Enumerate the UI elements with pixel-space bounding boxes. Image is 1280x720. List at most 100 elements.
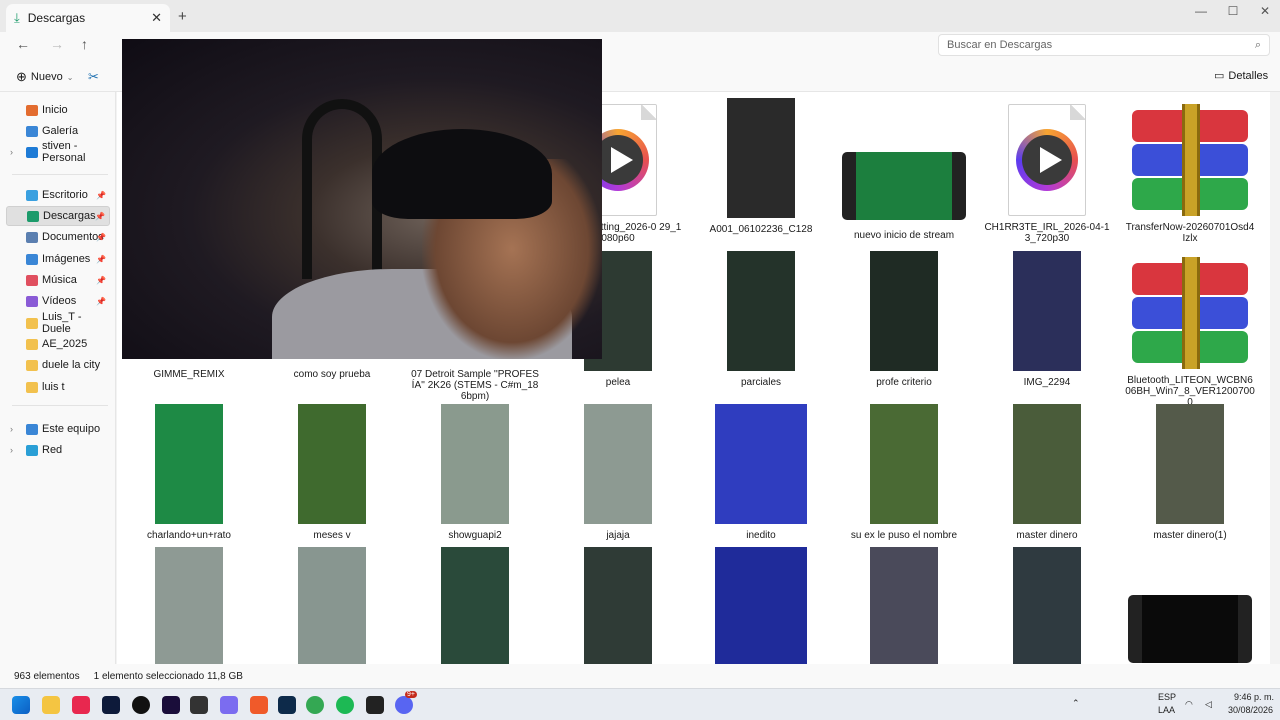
file-item[interactable]: A001_06102236_C128 bbox=[696, 98, 826, 235]
selection-info: 1 elemento seleccionado 11,8 GB bbox=[93, 670, 243, 682]
sidebar-item[interactable]: AE_2025 bbox=[6, 334, 110, 354]
sidebar-item[interactable]: Inicio bbox=[6, 100, 110, 120]
volume-icon[interactable]: ◁ bbox=[1205, 699, 1212, 710]
taskbar: 9+ ⌃ ESP LAA ◠ ◁ 9:46 p. m. 30/08/2026 bbox=[0, 688, 1280, 720]
up-icon[interactable]: ↑ bbox=[81, 36, 88, 52]
game-icon[interactable] bbox=[220, 696, 238, 714]
file-item[interactable] bbox=[839, 547, 969, 667]
status-bar: 963 elementos 1 elemento seleccionado 11… bbox=[0, 664, 1280, 688]
file-item[interactable] bbox=[553, 547, 683, 667]
sidebar-item[interactable]: Documentos 📌 bbox=[6, 227, 110, 247]
file-item[interactable]: showguapi2 bbox=[410, 404, 540, 541]
tab-descargas[interactable]: ⤓ Descargas ✕ bbox=[6, 4, 170, 32]
cut-icon[interactable]: ✂ bbox=[88, 69, 99, 85]
file-item[interactable]: TransferNow-20260701Osd4Izlx bbox=[1125, 98, 1255, 244]
file-item[interactable]: meses v bbox=[267, 404, 397, 541]
sidebar-item[interactable]: Galería bbox=[6, 121, 110, 141]
file-item[interactable]: parciales bbox=[696, 251, 826, 388]
sidebar-item-label: Documentos bbox=[42, 231, 104, 243]
file-item[interactable] bbox=[410, 547, 540, 667]
wifi-icon[interactable]: ◠ bbox=[1185, 699, 1193, 710]
sidebar-item-label: Música bbox=[42, 274, 77, 286]
file-item[interactable] bbox=[696, 547, 826, 667]
sidebar-item[interactable]: › Este equipo bbox=[6, 419, 110, 439]
discord-icon[interactable] bbox=[395, 696, 413, 714]
sidebar-item-label: Escritorio bbox=[42, 189, 88, 201]
file-item[interactable]: master dinero(1) bbox=[1125, 404, 1255, 541]
folder-icon bbox=[26, 104, 38, 116]
new-label: Nuevo bbox=[30, 71, 63, 83]
chevron-down-icon: ⌄ bbox=[66, 72, 74, 82]
spotify-icon[interactable] bbox=[336, 696, 354, 714]
capcut-2-icon[interactable] bbox=[366, 696, 384, 714]
sidebar-item[interactable]: duele la city bbox=[6, 355, 110, 375]
file-item[interactable]: IMG_2294 bbox=[982, 251, 1112, 388]
forward-icon[interactable]: → bbox=[50, 36, 64, 52]
folder-icon bbox=[26, 189, 38, 201]
chevron-right-icon[interactable]: › bbox=[10, 424, 13, 434]
chevron-right-icon[interactable]: › bbox=[10, 445, 13, 455]
sidebar-item[interactable]: Vídeos 📌 bbox=[6, 291, 110, 311]
sidebar-item[interactable]: Descargas 📌 bbox=[6, 206, 110, 226]
sidebar-item[interactable]: › Red bbox=[6, 440, 110, 460]
new-button[interactable]: ⊕ Nuevo ⌄ bbox=[16, 69, 73, 85]
clock-time[interactable]: 9:46 p. m. bbox=[1234, 692, 1274, 702]
brave-icon[interactable] bbox=[250, 696, 268, 714]
file-item[interactable]: jajaja bbox=[553, 404, 683, 541]
file-item[interactable]: master dinero bbox=[982, 404, 1112, 541]
file-item[interactable]: Bluetooth_LITEON_WCBN606BH_Win7_8_VER120… bbox=[1125, 251, 1255, 408]
file-item[interactable] bbox=[124, 547, 254, 667]
sidebar-divider bbox=[12, 174, 108, 175]
pin-icon: 📌 bbox=[96, 296, 106, 306]
chevron-right-icon[interactable]: › bbox=[10, 147, 13, 157]
language-label[interactable]: ESP bbox=[1158, 692, 1176, 702]
capcut-icon[interactable] bbox=[190, 696, 208, 714]
search-placeholder: Buscar en Descargas bbox=[947, 39, 1053, 51]
sidebar-item[interactable]: Luis_T - Duele bbox=[6, 311, 110, 335]
chevron-up-icon[interactable]: ⌃ bbox=[1072, 698, 1080, 709]
file-item[interactable]: charlando+un+rato bbox=[124, 404, 254, 541]
close-window-icon[interactable]: ✕ bbox=[1250, 0, 1280, 32]
sidebar-item[interactable]: Escritorio 📌 bbox=[6, 185, 110, 205]
tiktok-icon[interactable] bbox=[72, 696, 90, 714]
tab-title: Descargas bbox=[27, 11, 86, 25]
premiere-icon[interactable] bbox=[162, 696, 180, 714]
sidebar-item[interactable]: › stiven - Personal bbox=[6, 140, 110, 164]
file-item[interactable]: inedito bbox=[696, 404, 826, 541]
file-item[interactable] bbox=[982, 547, 1112, 667]
back-icon[interactable]: ← bbox=[16, 36, 30, 52]
file-item[interactable]: nuevo inicio de stream bbox=[839, 98, 969, 241]
sidebar-item-label: Este equipo bbox=[42, 423, 101, 435]
plus-icon: ⊕ bbox=[16, 69, 27, 84]
obs-icon[interactable] bbox=[132, 696, 150, 714]
file-item[interactable]: CH1RR3TE_IRL_2026-04-13_720p30 bbox=[982, 98, 1112, 244]
file-item[interactable]: su ex le puso el nombre bbox=[839, 404, 969, 541]
folder-icon bbox=[27, 210, 39, 222]
file-explorer-icon[interactable] bbox=[42, 696, 60, 714]
file-item[interactable] bbox=[267, 547, 397, 667]
photoshop-icon[interactable] bbox=[102, 696, 120, 714]
minimize-icon[interactable]: — bbox=[1186, 0, 1216, 32]
video-thumbnail-icon bbox=[727, 251, 795, 371]
chrome-icon[interactable] bbox=[306, 696, 324, 714]
new-tab-button[interactable]: + bbox=[178, 8, 187, 25]
sidebar-item[interactable]: luis t bbox=[6, 377, 110, 397]
clock-date[interactable]: 30/08/2026 bbox=[1228, 705, 1273, 715]
sidebar-item[interactable]: Música 📌 bbox=[6, 270, 110, 290]
sidebar-item[interactable]: Imágenes 📌 bbox=[6, 249, 110, 269]
search-input[interactable]: Buscar en Descargas ⌕ bbox=[938, 34, 1270, 56]
sidebar-item-label: duele la city bbox=[42, 359, 101, 371]
maximize-icon[interactable]: ☐ bbox=[1218, 0, 1248, 32]
folder-icon bbox=[26, 295, 38, 307]
search-icon: ⌕ bbox=[1254, 38, 1261, 51]
video-preview-overlay[interactable] bbox=[122, 39, 602, 359]
folder-icon bbox=[26, 423, 38, 435]
lightroom-icon[interactable] bbox=[278, 696, 296, 714]
close-tab-icon[interactable]: ✕ bbox=[151, 10, 162, 26]
file-item[interactable] bbox=[1125, 547, 1255, 663]
file-name: master dinero bbox=[1016, 530, 1078, 541]
file-item[interactable]: profe criterio bbox=[839, 251, 969, 388]
start-icon[interactable] bbox=[12, 696, 30, 714]
sidebar-item-label: stiven - Personal bbox=[42, 140, 86, 164]
details-button[interactable]: ▭ Detalles bbox=[1214, 69, 1268, 83]
